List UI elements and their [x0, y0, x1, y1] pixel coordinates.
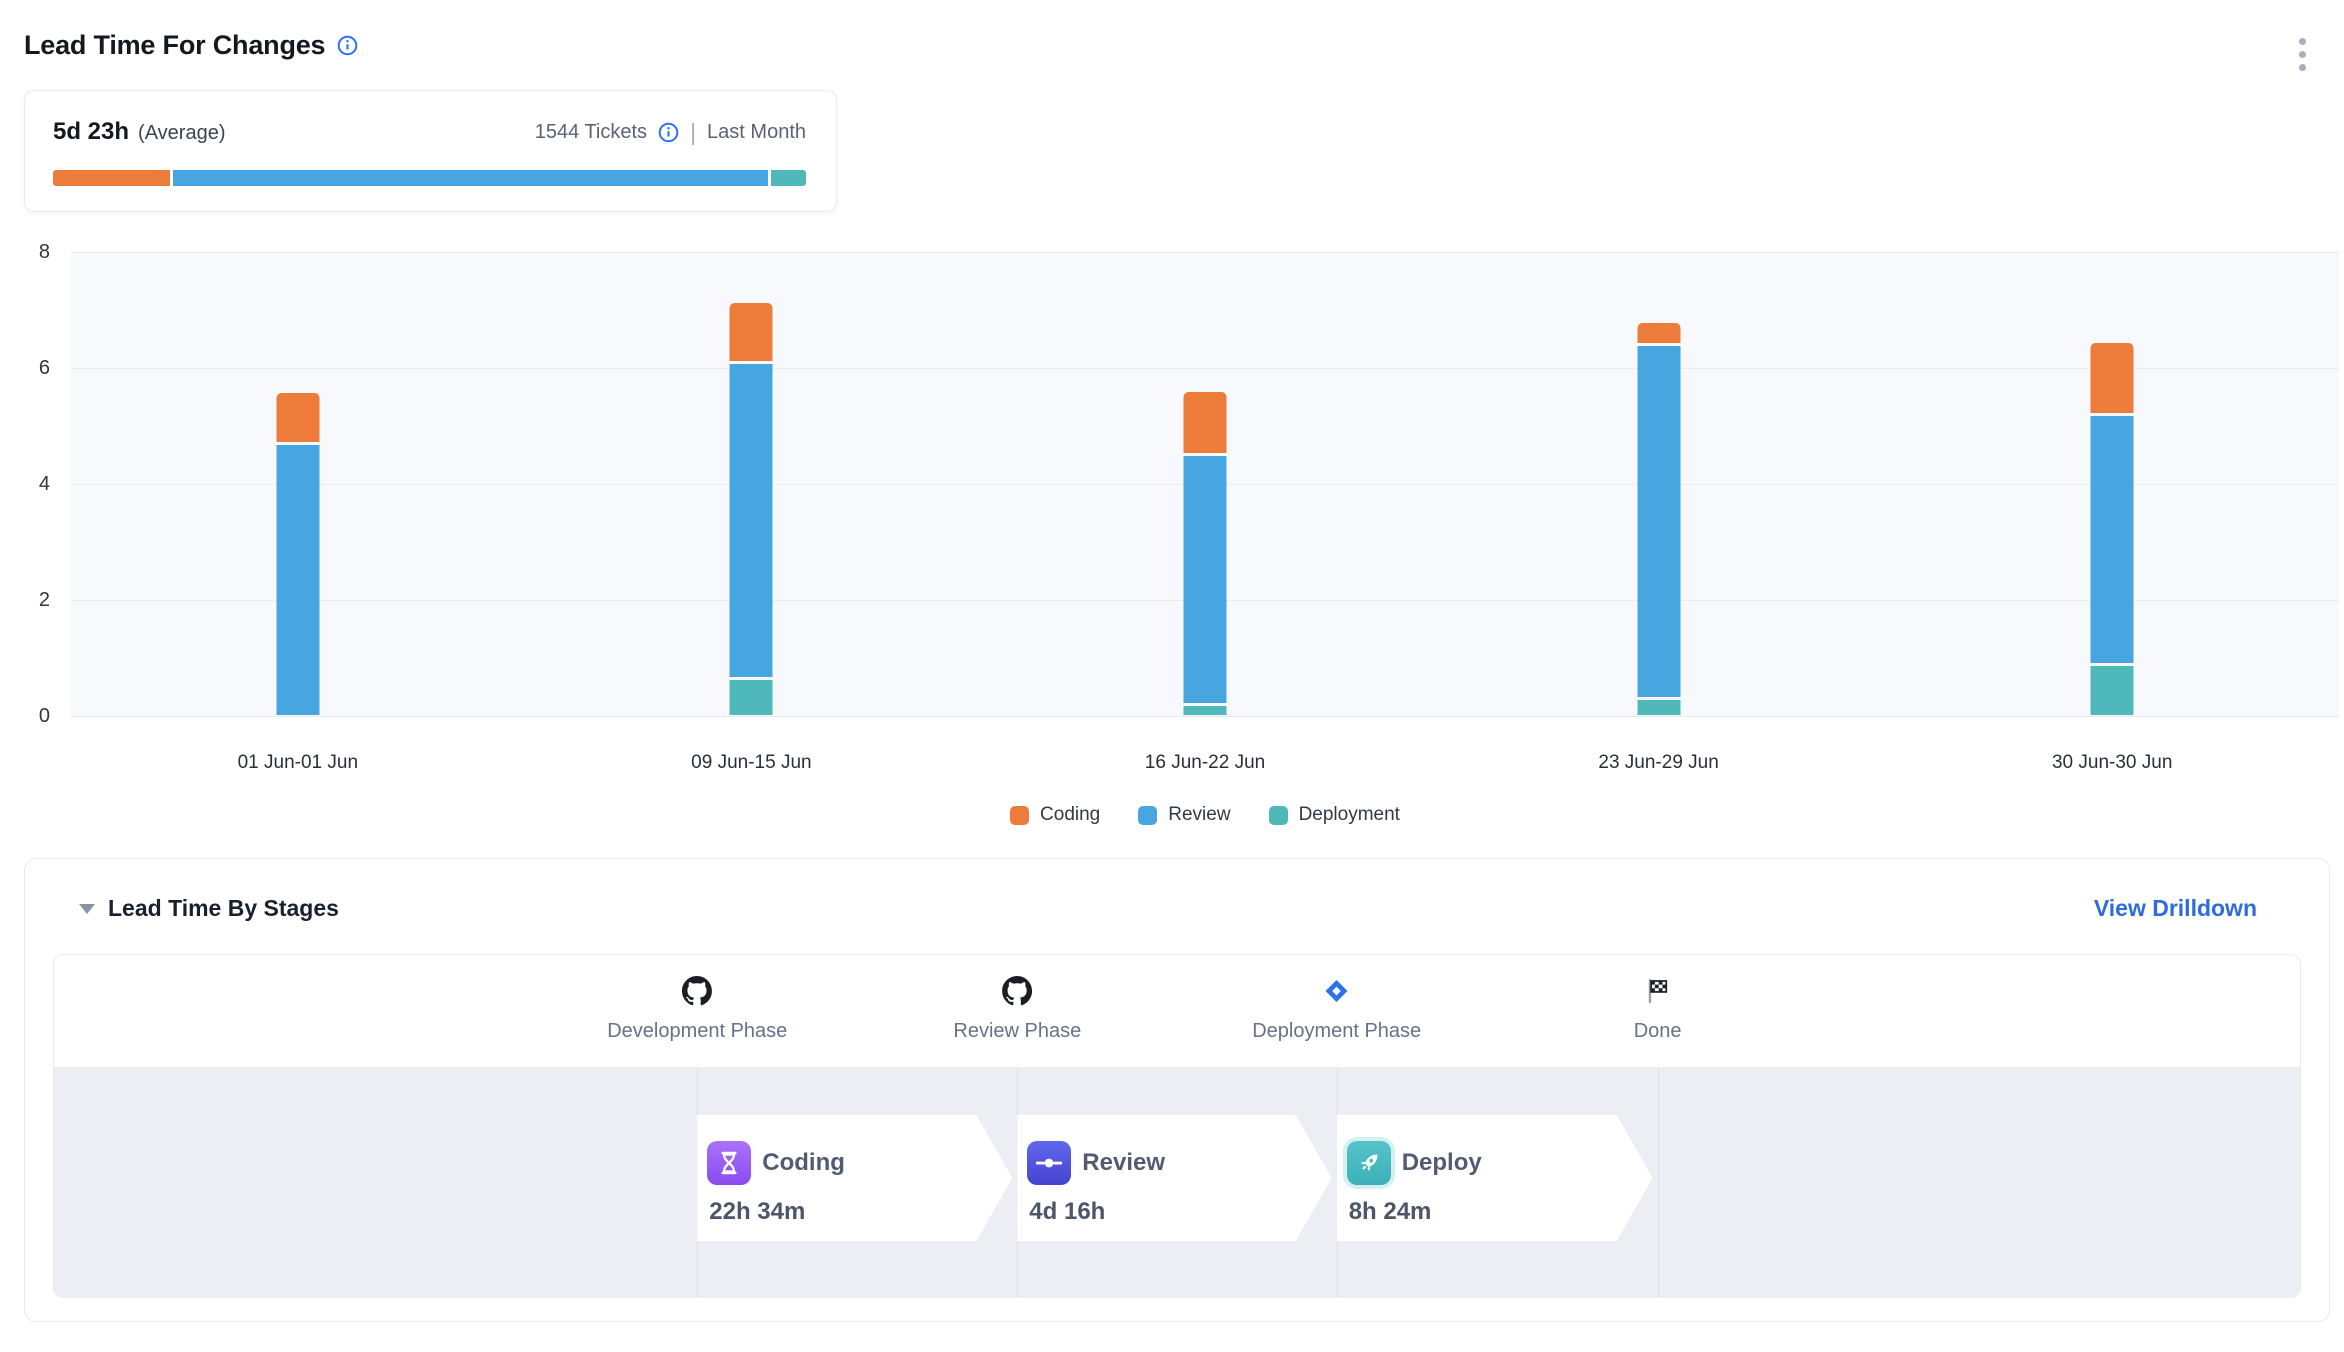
kebab-menu-icon[interactable] — [2295, 32, 2310, 77]
legend-label: Review — [1168, 804, 1230, 826]
x-tick-label: 09 Jun-15 Jun — [691, 752, 811, 774]
y-axis: 02468 — [0, 253, 52, 717]
bar-segment-coding — [2091, 343, 2134, 413]
stage-card-deploy[interactable]: Deploy 8h 24m — [1337, 1115, 1653, 1241]
stage-card-review[interactable]: Review 4d 16h — [1017, 1115, 1331, 1241]
bar-segment-review — [276, 445, 319, 715]
phase-header-row: Development Phase Review Phase Deploymen… — [54, 955, 2300, 1067]
gridline — [71, 252, 2339, 253]
y-tick-label: 2 — [0, 589, 50, 612]
bar-segment-coding — [1184, 392, 1227, 453]
bar-09 Jun-15 Jun[interactable] — [730, 303, 773, 715]
lead-time-by-stages-section: Lead Time By Stages View Drilldown Devel… — [24, 858, 2330, 1322]
separator: | — [690, 119, 696, 146]
y-tick-label: 0 — [0, 705, 50, 728]
phase-review: Review Phase — [953, 955, 1081, 1043]
bar-segment-review — [730, 364, 773, 677]
legend-item-review[interactable]: Review — [1138, 804, 1230, 826]
y-tick-label: 4 — [0, 473, 50, 496]
stage-card-coding[interactable]: Coding 22h 34m — [697, 1115, 1012, 1241]
phase-development: Development Phase — [607, 955, 787, 1043]
y-tick-label: 8 — [0, 241, 50, 264]
bar-segment-deployment — [1184, 706, 1227, 715]
stage-duration: 22h 34m — [707, 1198, 1012, 1226]
x-tick-label: 30 Jun-30 Jun — [2052, 752, 2172, 774]
distribution-segment-deployment — [771, 170, 806, 186]
x-tick-label: 23 Jun-29 Jun — [1598, 752, 1718, 774]
bar-16 Jun-22 Jun[interactable] — [1184, 392, 1227, 715]
stage-duration: 4d 16h — [1027, 1198, 1331, 1226]
stages-section-title: Lead Time By Stages — [108, 895, 339, 922]
legend-swatch — [1269, 806, 1288, 825]
git-commit-icon — [1027, 1141, 1071, 1185]
plot-area — [71, 253, 2339, 717]
phase-done: Done — [1634, 955, 1682, 1043]
average-lead-time-value: 5d 23h — [53, 118, 129, 146]
legend-swatch — [1010, 806, 1029, 825]
stage-duration: 8h 24m — [1347, 1198, 1653, 1226]
period-label: Last Month — [707, 121, 806, 144]
bar-01 Jun-01 Jun[interactable] — [276, 393, 319, 715]
bar-23 Jun-29 Jun[interactable] — [1637, 323, 1680, 715]
github-icon — [1002, 975, 1032, 1007]
legend-item-coding[interactable]: Coding — [1010, 804, 1100, 826]
bar-segment-review — [2091, 416, 2134, 663]
info-icon[interactable] — [658, 122, 679, 143]
legend-swatch — [1138, 806, 1157, 825]
x-tick-label: 16 Jun-22 Jun — [1145, 752, 1265, 774]
bar-segment-coding — [730, 303, 773, 361]
phase-deployment: Deployment Phase — [1252, 955, 1421, 1043]
gridline — [71, 368, 2339, 369]
chart-legend: Coding Review Deployment — [71, 804, 2339, 826]
legend-label: Coding — [1040, 804, 1100, 826]
bar-segment-review — [1184, 456, 1227, 703]
distribution-segment-coding — [53, 170, 170, 186]
bar-segment-review — [1637, 346, 1680, 697]
widget-header: Lead Time For Changes — [24, 30, 2310, 77]
lead-time-widget: Lead Time For Changes 5d 23h (Average) 1… — [0, 0, 2344, 1352]
column-divider — [1658, 1067, 1659, 1297]
bar-segment-deployment — [2091, 666, 2134, 715]
stages-table: Development Phase Review Phase Deploymen… — [53, 954, 2301, 1298]
distribution-segment-review — [173, 170, 768, 186]
checkered-flag-icon — [1644, 975, 1672, 1007]
bar-segment-coding — [276, 393, 319, 442]
jira-diamond-icon — [1323, 975, 1351, 1007]
x-axis-labels: 01 Jun-01 Jun 09 Jun-15 Jun 16 Jun-22 Jun 2… — [71, 752, 2339, 778]
y-tick-label: 6 — [0, 357, 50, 380]
lead-time-chart: 02468 01 Jun-01 Jun09 Jun-15 Jun16 Jun-2… — [0, 253, 2344, 833]
rocket-icon — [1347, 1141, 1391, 1185]
stages-flow-row: Coding 22h 34m Review — [54, 1067, 2300, 1297]
bar-segment-deployment — [730, 680, 773, 715]
info-icon[interactable] — [337, 35, 358, 56]
hourglass-icon — [707, 1141, 751, 1185]
bar-segment-coding — [1637, 323, 1680, 343]
legend-item-deployment[interactable]: Deployment — [1269, 804, 1400, 826]
github-icon — [682, 975, 712, 1007]
tickets-count: 1544 Tickets — [535, 121, 647, 144]
x-tick-label: 01 Jun-01 Jun — [238, 752, 358, 774]
legend-label: Deployment — [1299, 804, 1400, 826]
page-title: Lead Time For Changes — [24, 30, 325, 61]
gridline — [71, 716, 2339, 717]
bar-30 Jun-30 Jun[interactable] — [2091, 343, 2134, 715]
average-qualifier: (Average) — [138, 122, 225, 145]
stage-distribution-bar — [53, 170, 806, 186]
view-drilldown-link[interactable]: View Drilldown — [2094, 895, 2257, 922]
triangle-down-icon[interactable] — [79, 904, 95, 914]
summary-card: 5d 23h (Average) 1544 Tickets | Last Mon… — [24, 90, 837, 212]
bar-segment-deployment — [1637, 700, 1680, 715]
